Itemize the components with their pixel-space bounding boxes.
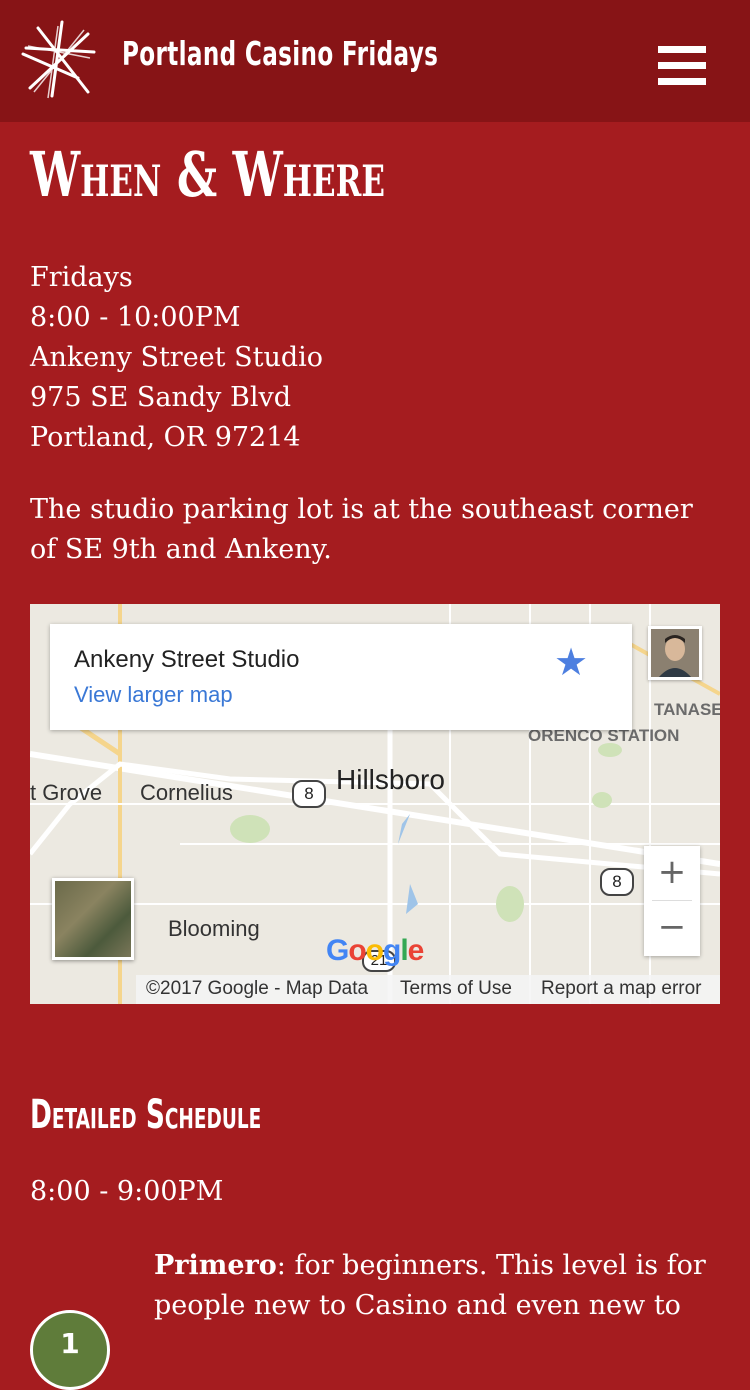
- event-day: Fridays: [30, 262, 133, 293]
- level-name: Primero: [154, 1250, 277, 1281]
- event-time: 8:00 - 10:00PM: [30, 302, 241, 333]
- venue-street: 975 SE Sandy Blvd: [30, 382, 292, 413]
- zoom-in-button[interactable]: +: [644, 846, 700, 901]
- event-info: Fridays 8:00 - 10:00PM Ankeny Street Stu…: [30, 258, 323, 458]
- map-label-blooming: Blooming: [168, 916, 260, 941]
- hamburger-menu-icon[interactable]: [658, 46, 706, 86]
- level-description: Primero: for beginners. This level is fo…: [154, 1246, 714, 1326]
- map-place-name: Ankeny Street Studio: [74, 646, 300, 673]
- map-label-tanase: TANASE: [654, 700, 720, 719]
- satellite-view-toggle[interactable]: [52, 878, 134, 960]
- schedule-time: 8:00 - 9:00PM: [30, 1176, 224, 1207]
- save-star-icon[interactable]: ★: [554, 640, 588, 685]
- venue-name: Ankeny Street Studio: [30, 342, 324, 373]
- route-shield: 8: [600, 868, 634, 896]
- route-shield: 8: [292, 780, 326, 808]
- parking-note: The studio parking lot is at the southea…: [30, 494, 693, 565]
- zoom-controls: + −: [644, 846, 700, 956]
- google-logo: Google: [326, 934, 424, 967]
- terms-of-use-link[interactable]: Terms of Use: [400, 978, 512, 1000]
- report-map-error-link[interactable]: Report a map error: [541, 978, 702, 1000]
- level-badge: 1: [30, 1310, 110, 1390]
- site-title[interactable]: Portland Casino Fridays: [122, 34, 438, 73]
- star-logo-icon[interactable]: [18, 18, 98, 102]
- page-title: When & Where: [30, 138, 385, 211]
- map-data-attribution[interactable]: ©2017 Google - Map Data: [146, 978, 368, 1000]
- zoom-out-button[interactable]: −: [644, 901, 700, 956]
- schedule-heading: Detailed Schedule: [30, 1092, 262, 1138]
- embedded-map[interactable]: t Grove Cornelius Hillsboro ORENCO STATI…: [30, 604, 720, 1004]
- site-header: Portland Casino Fridays: [0, 0, 750, 122]
- view-larger-map-link[interactable]: View larger map: [74, 682, 233, 708]
- venue-city: Portland, OR 97214: [30, 422, 301, 453]
- map-attribution: ©2017 Google - Map Data Terms of Use Rep…: [136, 975, 720, 1004]
- map-info-card: Ankeny Street Studio View larger map ★: [50, 624, 632, 730]
- avatar[interactable]: [648, 626, 702, 680]
- map-label-forest-grove: t Grove: [30, 780, 103, 805]
- map-label-hillsboro: Hillsboro: [336, 764, 445, 795]
- map-label-cornelius: Cornelius: [140, 780, 233, 805]
